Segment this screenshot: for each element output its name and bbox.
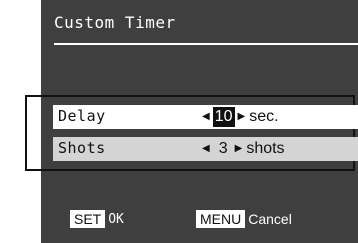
delay-value: 10 (212, 107, 235, 127)
menu-cancel-hint[interactable]: MENU Cancel (196, 209, 292, 229)
left-arrow-icon[interactable]: ◀ (202, 144, 210, 154)
title-divider (54, 43, 358, 45)
shots-unit: shots (246, 140, 285, 157)
set-action-label: OK (108, 211, 124, 227)
shots-setting-row[interactable]: Shots ◀ 3 ▶ shots (53, 137, 358, 161)
set-ok-hint[interactable]: SET OK (70, 209, 124, 229)
delay-setting-row[interactable]: Delay ◀ 10 ▶ sec. (53, 105, 358, 129)
shots-value-control[interactable]: ◀ 3 ▶ shots (202, 138, 285, 160)
menu-key-badge: MENU (196, 210, 246, 228)
delay-label: Delay (58, 107, 106, 125)
delay-value-control[interactable]: ◀ 10 ▶ sec. (202, 106, 279, 128)
shots-value: 3 (218, 140, 228, 157)
right-arrow-icon[interactable]: ▶ (238, 112, 246, 122)
shots-label: Shots (58, 139, 106, 157)
menu-title: Custom Timer (54, 13, 176, 32)
delay-unit: sec. (249, 108, 279, 125)
left-arrow-icon[interactable]: ◀ (202, 112, 210, 122)
menu-action-label: Cancel (248, 211, 292, 227)
set-key-badge: SET (70, 210, 106, 228)
right-arrow-icon[interactable]: ▶ (235, 144, 243, 154)
